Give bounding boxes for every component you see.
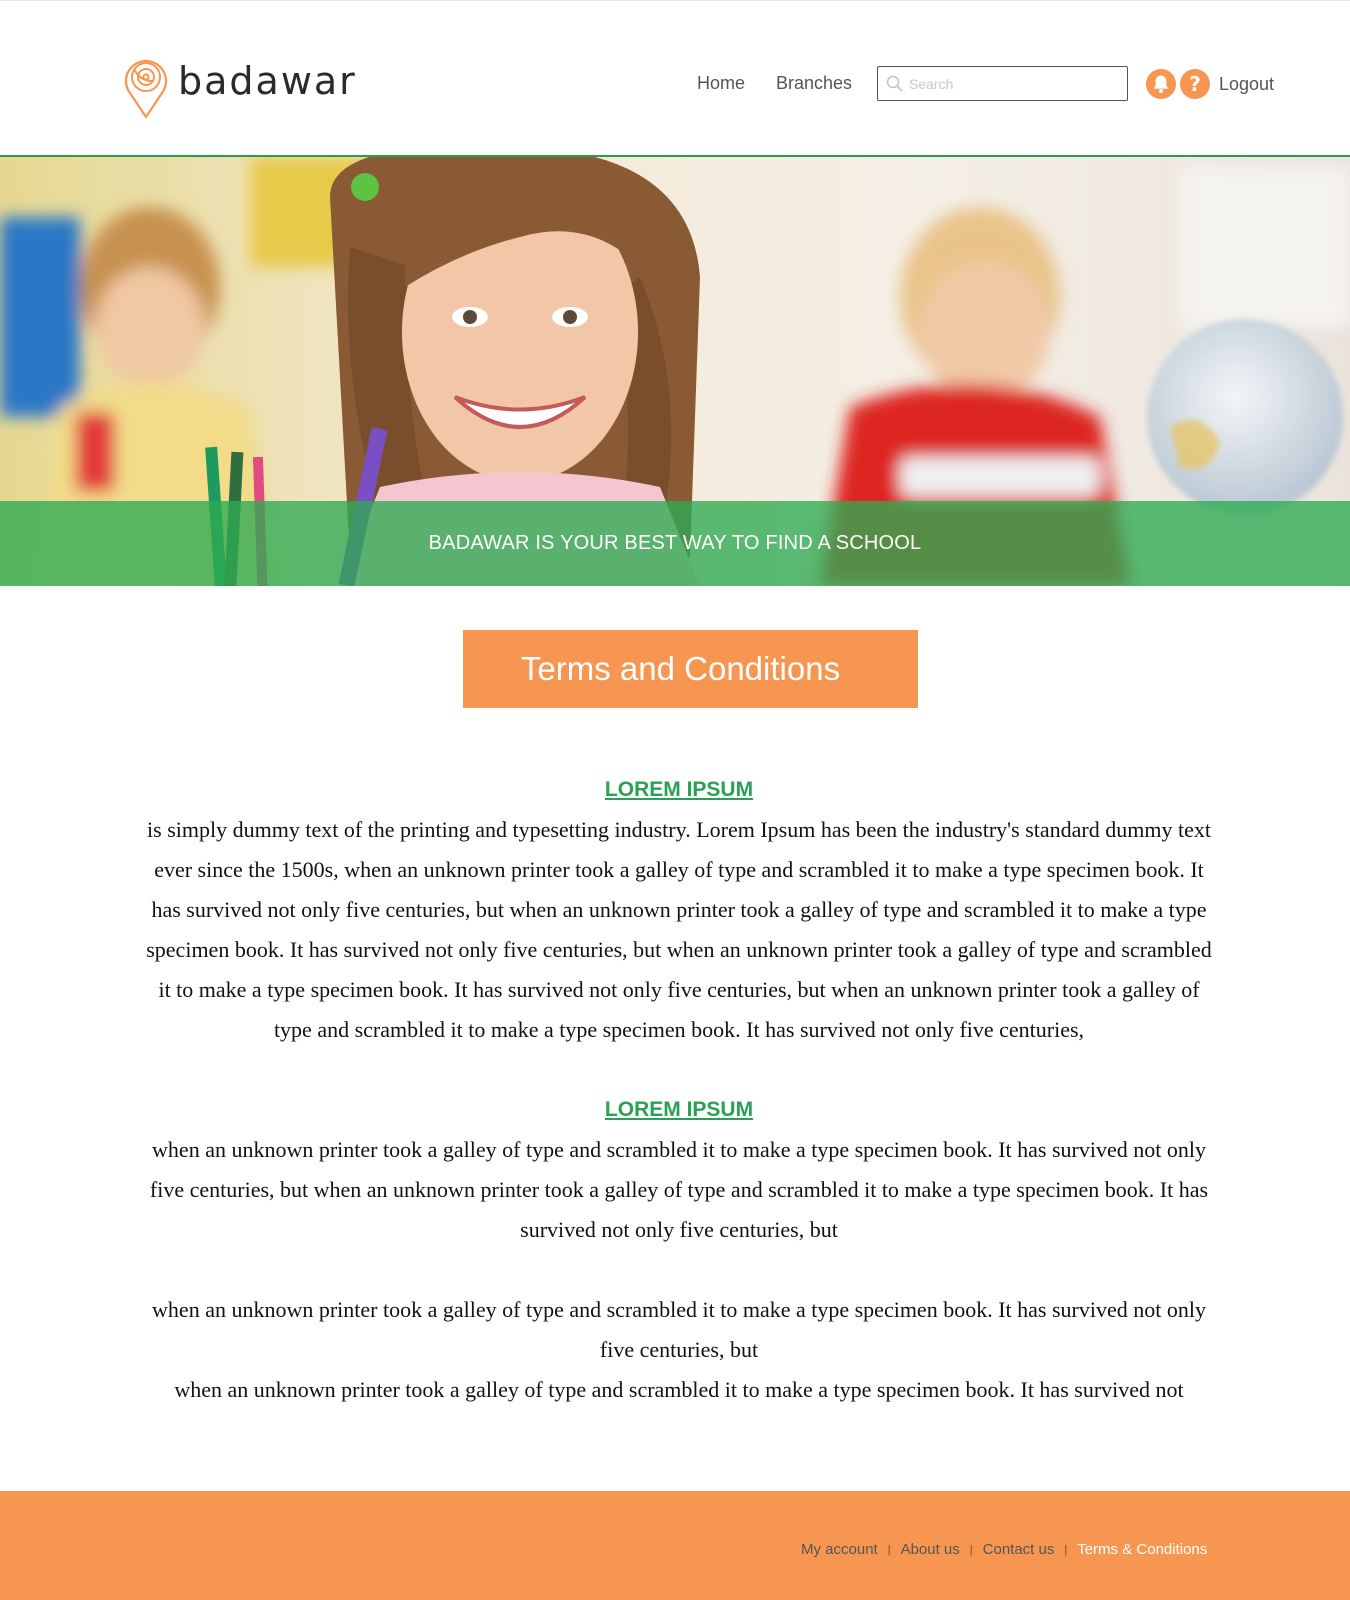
hero-tagline-band: BADAWAR IS YOUR BEST WAY TO FIND A SCHOO… [0, 501, 1350, 586]
search-box[interactable] [877, 66, 1128, 101]
logout-link[interactable]: Logout [1219, 74, 1274, 95]
search-input[interactable] [907, 74, 1117, 93]
hero-tagline: BADAWAR IS YOUR BEST WAY TO FIND A SCHOO… [428, 532, 922, 554]
footer-link-my-account[interactable]: My account [801, 1541, 878, 1558]
question-icon: ? [1189, 72, 1201, 96]
logo-pin-icon [124, 59, 168, 119]
nav-home-link[interactable]: Home [697, 73, 745, 94]
search-icon [886, 75, 903, 92]
footer-link-terms[interactable]: Terms & Conditions [1077, 1541, 1207, 1558]
footer-link-contact-us[interactable]: Contact us [983, 1541, 1055, 1558]
notifications-button[interactable] [1146, 69, 1176, 99]
footer-link-about-us[interactable]: About us [901, 1541, 960, 1558]
section-body: when an unknown printer took a galley of… [149, 1137, 1209, 1242]
footer-separator: | [887, 1543, 891, 1556]
section-lorem-2: LOREM IPSUM when an unknown printer took… [140, 1090, 1218, 1250]
terms-content: LOREM IPSUM is simply dummy text of the … [140, 770, 1218, 1410]
nav-branches-link[interactable]: Branches [776, 73, 852, 94]
footer-nav: My account | About us | Contact us | Ter… [801, 1541, 1207, 1558]
section-heading: LOREM IPSUM [604, 778, 754, 801]
paragraph: when an unknown printer took a galley of… [152, 1297, 1206, 1362]
section-body: is simply dummy text of the printing and… [146, 817, 1212, 1042]
paragraph: when an unknown printer took a galley of… [174, 1377, 1184, 1402]
section-lorem-1: LOREM IPSUM is simply dummy text of the … [140, 770, 1218, 1050]
site-footer: My account | About us | Contact us | Ter… [0, 1491, 1350, 1600]
section-heading: LOREM IPSUM [604, 1098, 754, 1121]
brand-logo[interactable]: badawar [122, 51, 357, 119]
footer-separator: | [1064, 1543, 1068, 1556]
page-title-banner: Terms and Conditions [463, 630, 918, 708]
hero-banner: BADAWAR IS YOUR BEST WAY TO FIND A SCHOO… [0, 157, 1350, 586]
brand-name: badawar [178, 59, 357, 103]
help-button[interactable]: ? [1180, 69, 1210, 99]
bell-icon [1153, 75, 1169, 93]
site-header: badawar Home Branches ? Logout [0, 0, 1350, 157]
footer-separator: | [969, 1543, 973, 1556]
